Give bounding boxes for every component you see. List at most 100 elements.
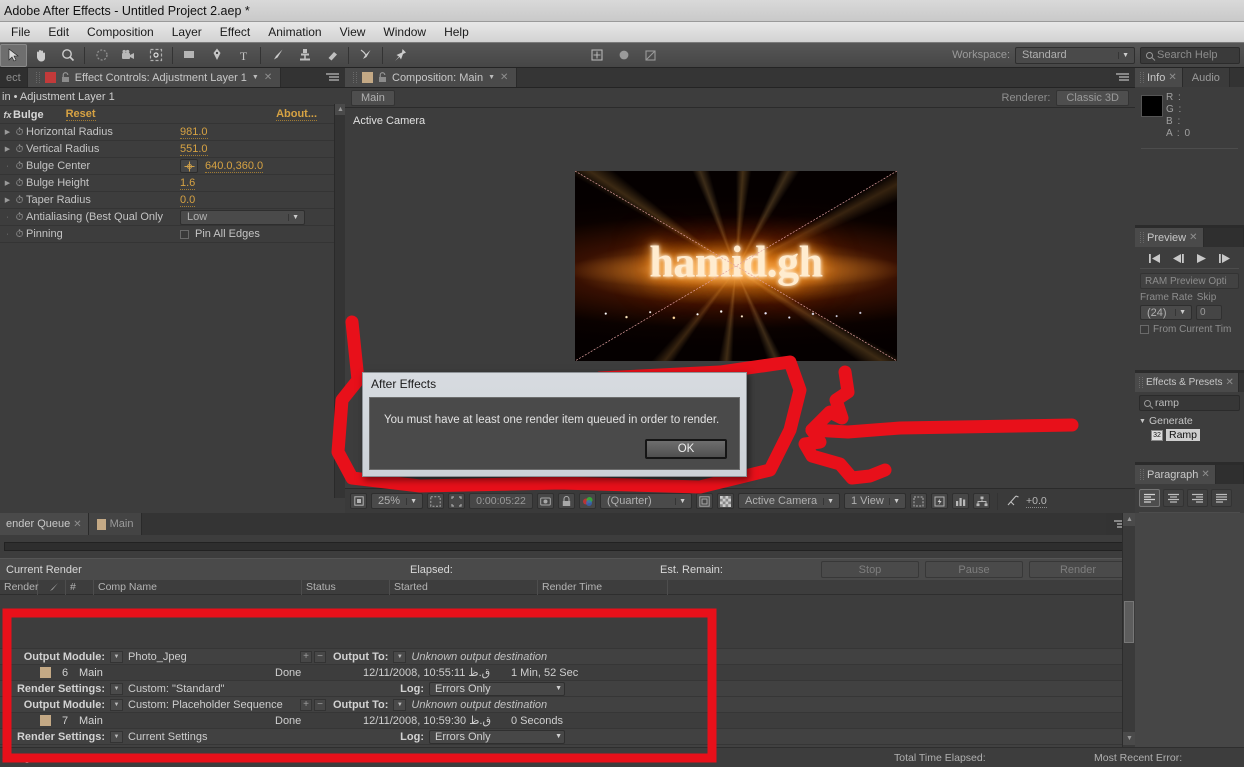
chevron-down-icon[interactable]: ▼ — [110, 698, 123, 711]
eraser-tool-icon[interactable] — [318, 44, 345, 67]
column-started[interactable]: Started — [390, 579, 538, 595]
project-tab[interactable]: ect — [0, 68, 28, 87]
workspace-area[interactable]: Workspace: Standard ▼ Search Help — [952, 46, 1240, 64]
remove-output-module-button[interactable]: − — [314, 650, 326, 663]
fast-previews-icon[interactable] — [931, 493, 948, 509]
previous-frame-icon[interactable] — [1172, 253, 1185, 264]
menu-item-file[interactable]: File — [2, 22, 39, 43]
grid-guides-icon[interactable] — [427, 493, 444, 509]
align-right-icon[interactable] — [1187, 489, 1208, 507]
item-comp-name[interactable]: Main — [79, 667, 275, 679]
roto-brush-tool-icon[interactable] — [352, 44, 379, 67]
table-row[interactable]: Render Settings: ▼ Custom: "Standard" Lo… — [0, 681, 1122, 697]
render-queue-tab-bar[interactable]: ender Queue ✕ Main — [0, 513, 1135, 535]
puppet-pin-tool-icon[interactable] — [386, 44, 413, 67]
chevron-down-icon[interactable]: ▼ — [110, 650, 123, 663]
tab-effect-controls[interactable]: Effect Controls: Adjustment Layer 1 ▼ ✕ — [27, 68, 282, 87]
align-center-icon[interactable] — [1163, 489, 1184, 507]
tab-main-timeline[interactable]: Main — [88, 513, 143, 535]
property-value[interactable]: 551.0 — [180, 143, 208, 156]
twirl-icon[interactable]: ▶ — [2, 196, 13, 204]
comp-name-button[interactable]: Main — [351, 89, 395, 106]
close-icon[interactable]: ✕ — [1168, 72, 1176, 83]
chevron-down-icon[interactable]: ▼ — [110, 682, 123, 695]
panel-menu-icon[interactable] — [320, 68, 345, 87]
menu-item-view[interactable]: View — [331, 22, 375, 43]
table-row[interactable]: 7 Main Done 12/11/2008, 10:59:30 ق.ظ 0 S… — [0, 713, 1122, 729]
reset-link[interactable]: Reset — [65, 108, 96, 121]
tool-bar[interactable]: T Workspace: Standard ▼ Search Help — [0, 43, 1244, 68]
selection-tool-icon[interactable] — [0, 43, 27, 67]
panel-menu-icon[interactable] — [1110, 68, 1135, 87]
take-snapshot-icon[interactable] — [537, 493, 554, 509]
position-gizmo-icon[interactable] — [583, 44, 610, 67]
composition-tab-bar[interactable]: Composition: Main ▼ ✕ — [345, 68, 1135, 88]
menu-item-layer[interactable]: Layer — [163, 22, 211, 43]
tab-composition-main[interactable]: Composition: Main ▼ ✕ — [345, 68, 518, 87]
menu-item-composition[interactable]: Composition — [78, 22, 163, 43]
effects-presets-tab-bar[interactable]: Effects & Presets ✕ — [1135, 373, 1244, 392]
hand-tool-icon[interactable] — [27, 44, 54, 67]
tab-audio[interactable]: Audio — [1182, 68, 1230, 87]
chevron-down-icon[interactable]: ▼ — [393, 650, 407, 663]
stopwatch-icon[interactable]: ⏱ — [13, 144, 26, 155]
show-snapshot-icon[interactable] — [558, 493, 575, 509]
region-of-interest-icon[interactable] — [448, 493, 465, 509]
region-of-interest-toggle-icon[interactable] — [696, 493, 713, 509]
renderer-value[interactable]: Classic 3D — [1056, 89, 1129, 106]
tab-render-queue[interactable]: ender Queue ✕ — [0, 513, 89, 535]
zoom-tool-icon[interactable] — [54, 44, 81, 67]
column-render[interactable]: Render — [0, 579, 38, 595]
camera-tool-icon[interactable] — [115, 44, 142, 67]
frame-rate-dropdown[interactable]: (24) ▼ — [1140, 305, 1192, 320]
zoom-level-dropdown[interactable]: 25% ▼ — [371, 493, 423, 509]
info-tab-bar[interactable]: Info ✕ Audio — [1135, 68, 1244, 87]
comp-flowchart-icon[interactable] — [973, 493, 990, 509]
output-to-value[interactable]: Unknown output destination — [411, 651, 547, 663]
search-help-input[interactable]: Search Help — [1140, 46, 1240, 64]
camera-view-dropdown[interactable]: Active Camera ▼ — [738, 493, 840, 509]
chevron-down-icon[interactable]: ▼ — [393, 698, 407, 711]
paragraph-alignment-buttons[interactable] — [1135, 484, 1244, 510]
twirl-down-icon[interactable]: ▼ — [1139, 418, 1146, 425]
table-row[interactable]: Output Module: ▼ Photo_Jpeg + − Output T… — [0, 649, 1122, 665]
transparency-grid-icon[interactable] — [717, 493, 734, 509]
snapping-icon[interactable] — [637, 44, 664, 67]
property-row-taper-radius[interactable]: ▶ ⏱ Taper Radius 0.0 — [0, 192, 345, 209]
property-value[interactable]: 1.6 — [180, 177, 196, 190]
chevron-down-icon[interactable]: ▼ — [110, 730, 123, 743]
column-render-icon[interactable] — [38, 579, 66, 595]
type-tool-icon[interactable]: T — [230, 44, 257, 67]
exposure-value[interactable]: +0.0 — [1026, 495, 1047, 508]
play-icon[interactable] — [1195, 253, 1207, 264]
menu-item-animation[interactable]: Animation — [259, 22, 330, 43]
column-comp-name[interactable]: Comp Name — [94, 579, 302, 595]
remove-output-module-button[interactable]: − — [314, 698, 326, 711]
pause-button[interactable]: Pause — [925, 561, 1023, 578]
ram-preview-options-button[interactable]: RAM Preview Opti — [1140, 273, 1239, 289]
pen-tool-icon[interactable] — [203, 44, 230, 67]
preview-transport-controls[interactable] — [1135, 247, 1244, 268]
stopwatch-icon[interactable]: ⏱ — [13, 127, 26, 138]
next-frame-icon[interactable] — [1218, 253, 1231, 264]
close-icon[interactable]: ✕ — [1226, 377, 1234, 388]
stopwatch-icon[interactable]: ⏱ — [13, 161, 26, 172]
property-value[interactable]: 640.0,360.0 — [205, 160, 264, 173]
property-value[interactable]: 0.0 — [180, 194, 196, 207]
log-dropdown[interactable]: Errors Only ▼ — [429, 729, 565, 744]
tab-info[interactable]: Info ✕ — [1135, 68, 1183, 87]
rotation-tool-icon[interactable] — [88, 44, 115, 67]
effect-controls-tab-bar[interactable]: ect Effect Controls: Adjustment Layer 1 … — [0, 68, 345, 88]
property-row-horizontal-radius[interactable]: ▶ ⏱ Horizontal Radius 981.0 — [0, 124, 345, 141]
sphere-gizmo-icon[interactable] — [610, 44, 637, 67]
item-comp-name[interactable]: Main — [79, 715, 275, 727]
tab-preview[interactable]: Preview ✕ — [1135, 228, 1204, 247]
timecode-display[interactable]: 0:00:05:22 — [469, 493, 533, 509]
timeline-button-icon[interactable] — [952, 493, 969, 509]
menu-item-help[interactable]: Help — [435, 22, 478, 43]
align-left-icon[interactable] — [1139, 489, 1160, 507]
workspace-dropdown[interactable]: Standard ▼ — [1015, 46, 1135, 64]
column-number[interactable]: # — [66, 579, 94, 595]
composition-bottom-bar[interactable]: 25% ▼ 0:00:05:22 (Quarter) ▼ Active Came… — [345, 488, 1135, 513]
exposure-reset-icon[interactable] — [1005, 493, 1022, 509]
